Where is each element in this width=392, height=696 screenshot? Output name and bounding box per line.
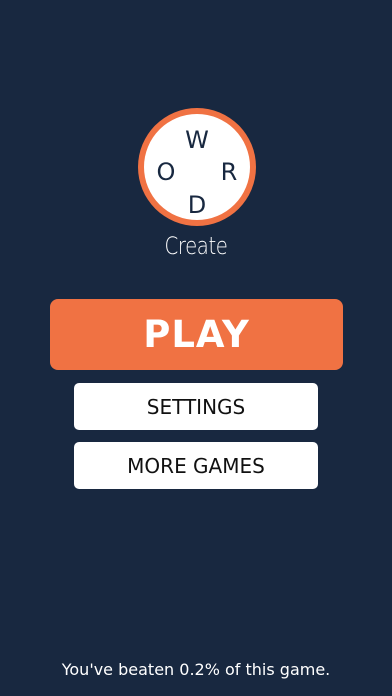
logo-letter-o: O <box>156 158 176 186</box>
logo-letter-w: W <box>185 126 209 154</box>
logo-inner-disc: W O R D <box>144 114 250 220</box>
logo-subtitle: Create <box>164 232 228 260</box>
progress-stat-text: You've beaten 0.2% of this game. <box>61 660 331 679</box>
play-button[interactable]: PLAY <box>50 299 343 370</box>
logo-circle: W O R D <box>138 108 256 226</box>
more-games-button[interactable]: MORE GAMES <box>74 442 318 489</box>
logo-letter-d: D <box>187 191 207 219</box>
settings-button[interactable]: SETTINGS <box>74 383 318 430</box>
logo-letter-r: R <box>220 158 238 186</box>
